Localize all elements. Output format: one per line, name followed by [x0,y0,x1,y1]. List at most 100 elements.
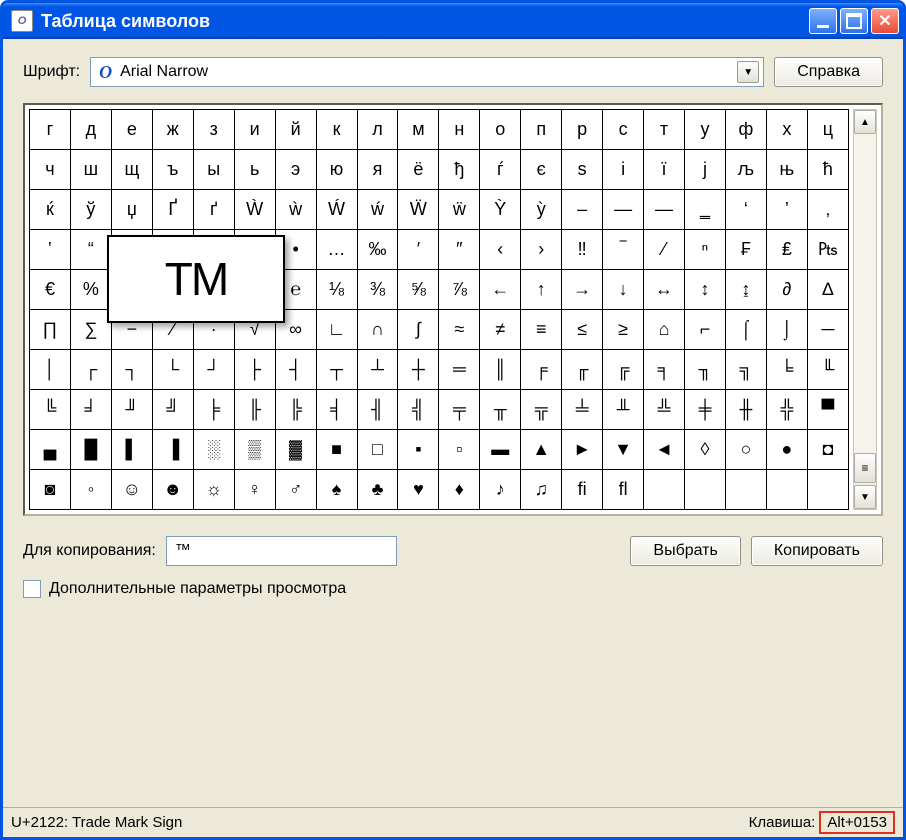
char-cell[interactable]: ☼ [193,470,234,510]
char-cell[interactable]: ѕ [562,150,603,190]
char-cell[interactable]: ║ [480,350,521,390]
char-cell[interactable]: ╟ [234,390,275,430]
char-cell[interactable]: ≈ [439,310,480,350]
char-cell[interactable]: ь [234,150,275,190]
char-cell[interactable]: ⅝ [398,270,439,310]
char-cell[interactable]: ∂ [766,270,807,310]
char-cell[interactable]: ► [562,430,603,470]
char-cell[interactable] [725,470,766,510]
char-cell[interactable]: ґ [193,190,234,230]
char-cell[interactable]: ╨ [603,390,644,430]
char-cell[interactable]: ″ [439,230,480,270]
char-cell[interactable]: ← [480,270,521,310]
char-cell[interactable]: ј [685,150,726,190]
char-cell[interactable]: ⁿ [685,230,726,270]
char-cell[interactable]: ₣ [725,230,766,270]
char-cell[interactable]: ◦ [70,470,111,510]
char-cell[interactable]: ч [30,150,71,190]
char-cell[interactable]: ẅ [439,190,480,230]
char-cell[interactable]: ▀ [807,390,848,430]
char-cell[interactable]: ▌ [111,430,152,470]
help-button[interactable]: Справка [774,57,883,87]
char-cell[interactable]: р [562,110,603,150]
char-cell[interactable]: Ẃ [316,190,357,230]
char-cell[interactable]: › [521,230,562,270]
char-cell[interactable]: к [316,110,357,150]
char-cell[interactable]: ж [152,110,193,150]
char-cell[interactable]: ▓ [275,430,316,470]
char-cell[interactable]: – [562,190,603,230]
char-cell[interactable]: є [521,150,562,190]
char-cell[interactable]: ▐ [152,430,193,470]
char-cell[interactable]: ╧ [562,390,603,430]
char-cell[interactable]: ◄ [644,430,685,470]
char-cell[interactable]: г [30,110,71,150]
char-cell[interactable]: џ [111,190,152,230]
char-cell[interactable]: │ [30,350,71,390]
char-cell[interactable]: ◙ [30,470,71,510]
char-cell[interactable]: й [275,110,316,150]
char-cell[interactable]: ╛ [70,390,111,430]
char-cell[interactable]: ╘ [766,350,807,390]
char-cell[interactable]: ⌡ [766,310,807,350]
char-cell[interactable]: е [111,110,152,150]
char-cell[interactable]: Ỳ [480,190,521,230]
char-cell[interactable]: ╦ [521,390,562,430]
char-cell[interactable]: ○ [725,430,766,470]
char-cell[interactable]: ┼ [398,350,439,390]
char-cell[interactable]: ‗ [685,190,726,230]
char-cell[interactable]: п [521,110,562,150]
char-cell[interactable]: ‼ [562,230,603,270]
char-cell[interactable]: ♠ [316,470,357,510]
char-cell[interactable] [685,470,726,510]
char-cell[interactable]: ■ [316,430,357,470]
char-cell[interactable]: ╩ [644,390,685,430]
char-cell[interactable]: ┬ [316,350,357,390]
char-cell[interactable]: ₤ [766,230,807,270]
char-cell[interactable]: ― [644,190,685,230]
char-cell[interactable]: ⌠ [725,310,766,350]
char-cell[interactable]: л [357,110,398,150]
char-cell[interactable]: ћ [807,150,848,190]
char-cell[interactable]: ‾ [603,230,644,270]
char-cell[interactable] [644,470,685,510]
char-cell[interactable]: ⌐ [685,310,726,350]
char-cell[interactable]: ’ [766,190,807,230]
char-cell[interactable]: ‘ [725,190,766,230]
char-cell[interactable]: ░ [193,430,234,470]
char-cell[interactable]: € [30,270,71,310]
char-cell[interactable]: т [644,110,685,150]
char-cell[interactable]: ╪ [685,390,726,430]
char-cell[interactable]: с [603,110,644,150]
char-cell[interactable]: о [480,110,521,150]
char-cell[interactable]: ≤ [562,310,603,350]
char-cell[interactable]: ▒ [234,430,275,470]
char-cell[interactable]: % [70,270,111,310]
char-cell[interactable]: ⁄ [644,230,685,270]
char-cell[interactable]: ╖ [685,350,726,390]
char-cell[interactable]: ╞ [193,390,234,430]
copy-button[interactable]: Копировать [751,536,883,566]
char-cell[interactable]: ы [193,150,234,190]
char-cell[interactable]: ╚ [30,390,71,430]
char-cell[interactable]: ‰ [357,230,398,270]
char-cell[interactable]: ╜ [111,390,152,430]
char-cell[interactable]: ш [70,150,111,190]
scroll-track[interactable] [854,134,876,453]
char-cell[interactable]: э [275,150,316,190]
char-cell[interactable]: ‛ [30,230,71,270]
char-cell[interactable]: ∩ [357,310,398,350]
char-cell[interactable]: ẃ [357,190,398,230]
char-cell[interactable]: м [398,110,439,150]
char-cell[interactable]: ╫ [725,390,766,430]
char-cell[interactable]: ╝ [152,390,193,430]
char-cell[interactable]: ◘ [807,430,848,470]
char-cell[interactable]: Ẁ [234,190,275,230]
char-cell[interactable]: ╤ [439,390,480,430]
char-cell[interactable]: љ [725,150,766,190]
char-cell[interactable]: ┌ [70,350,111,390]
char-cell[interactable]: ỳ [521,190,562,230]
char-cell[interactable]: ﬂ [603,470,644,510]
char-cell[interactable]: ≡ [521,310,562,350]
char-cell[interactable]: ⅞ [439,270,480,310]
